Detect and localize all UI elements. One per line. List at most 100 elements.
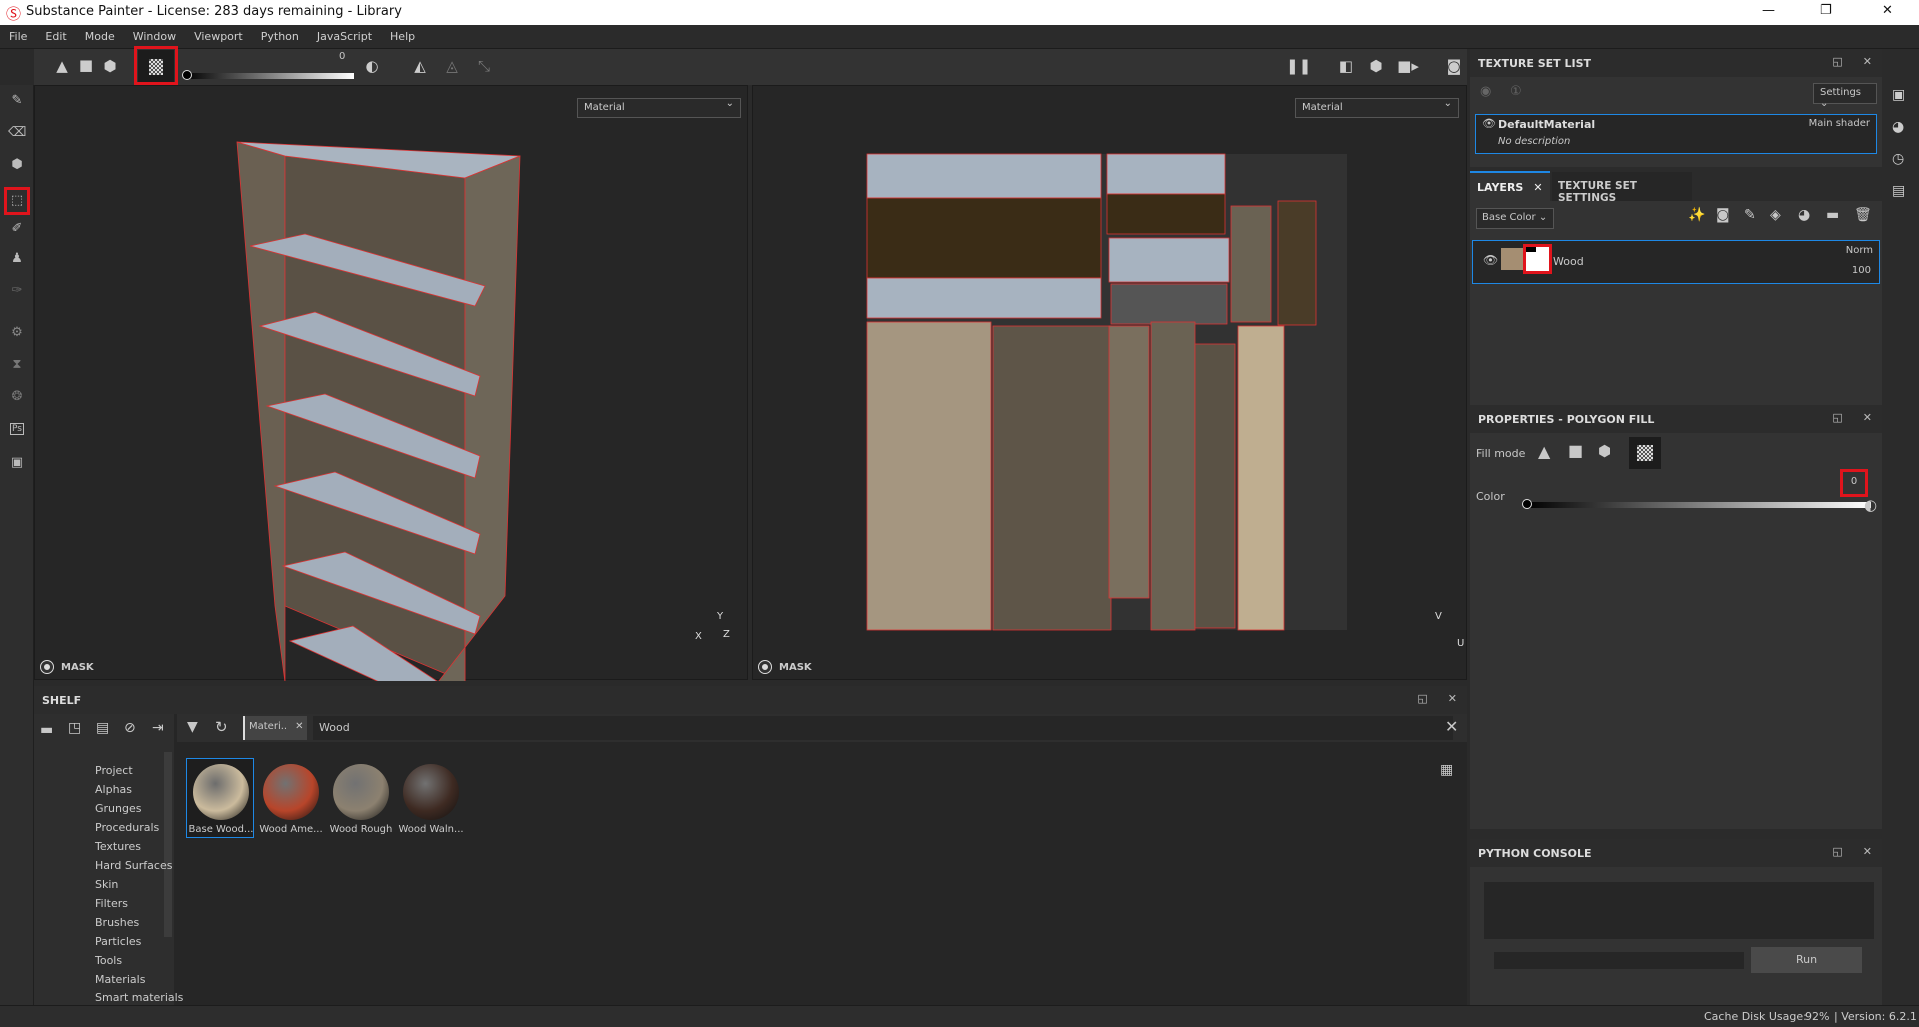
display-settings-icon[interactable]: ▣ (1892, 87, 1905, 103)
menu-window[interactable]: Window (124, 25, 185, 43)
viewport-2d[interactable]: Material V U MASK (752, 85, 1467, 680)
remove-filter-icon[interactable]: ✕ (295, 721, 303, 732)
shelf-category[interactable]: Brushes (95, 916, 139, 929)
import-icon[interactable]: ⇥ (152, 720, 164, 736)
shelf-category[interactable]: Procedurals (95, 821, 159, 834)
log-icon[interactable]: ▤ (1892, 183, 1905, 199)
bake-settings-icon[interactable]: ⚙ (8, 325, 26, 340)
delete-layer-icon[interactable]: 🗑 (1854, 207, 1872, 223)
menu-help[interactable]: Help (381, 25, 424, 43)
shelf-category[interactable]: Alphas (95, 783, 132, 796)
eye-icon[interactable]: 👁 (1482, 117, 1496, 130)
projection-icon[interactable]: ⬢ (8, 157, 26, 172)
shelf-category[interactable]: Filters (95, 897, 128, 910)
symmetry-icon[interactable]: ◭ (408, 57, 432, 75)
smudge-icon[interactable]: ✐ (8, 221, 26, 236)
filter-tag[interactable]: Materi.. ✕ (243, 716, 307, 740)
mesh-fill-button[interactable] (1629, 437, 1661, 469)
material-thumbnail[interactable] (193, 764, 249, 820)
hourglass-icon[interactable]: ⧗ (8, 357, 26, 372)
transform-icon[interactable]: ⤡ (472, 57, 496, 75)
menu-file[interactable]: File (0, 25, 36, 43)
shader-settings-icon[interactable]: ◕ (1892, 119, 1904, 135)
float-icon[interactable]: ◱ (1417, 692, 1427, 705)
opacity-dropdown[interactable]: 100 (1852, 265, 1871, 276)
layer-row-wood[interactable]: 👁 Wood Norm 100 (1472, 240, 1880, 284)
float-icon[interactable]: ◱ (1832, 845, 1842, 858)
add-fill-layer-icon[interactable]: ◈ (1770, 207, 1781, 223)
slider-handle[interactable] (1522, 499, 1532, 509)
symmetry-settings-icon[interactable]: ◬ (440, 57, 464, 75)
add-smart-material-icon[interactable]: ◕ (1798, 207, 1810, 223)
mask-toggle-2d[interactable]: MASK (758, 660, 812, 674)
material-thumbnail[interactable] (263, 764, 319, 820)
eraser-icon[interactable]: ⌫ (8, 125, 26, 140)
shelf-category[interactable]: Hard Surfaces (95, 859, 172, 872)
mask-toggle-3d[interactable]: MASK (40, 660, 94, 674)
new-shelf-icon[interactable]: ◳ (68, 720, 81, 736)
material-thumbnail[interactable] (333, 764, 389, 820)
material-thumbnail[interactable] (403, 764, 459, 820)
filter-icon[interactable]: ▼ (187, 719, 198, 735)
close-button[interactable]: ✕ (1882, 3, 1893, 18)
color-slider[interactable] (184, 73, 354, 79)
channel-dropdown[interactable]: Base Color ⌄ (1476, 208, 1554, 229)
shelf-category[interactable]: Grunges (95, 802, 141, 815)
grid-view-icon[interactable]: ▦ (1440, 762, 1453, 778)
close-icon[interactable]: ✕ (1863, 411, 1872, 424)
viewport-3d[interactable]: Material Y X Z MASK (34, 85, 748, 681)
save-icon[interactable]: ▤ (96, 720, 109, 736)
history-icon[interactable]: ◷ (1892, 151, 1904, 167)
square-fill-icon[interactable]: ■ (1568, 441, 1583, 460)
menu-edit[interactable]: Edit (36, 25, 75, 43)
square-fill-icon[interactable]: ■ (74, 56, 98, 74)
float-icon[interactable]: ◱ (1832, 55, 1842, 68)
split-view-icon[interactable]: ◧ (1334, 57, 1358, 75)
layer-visibility-icon[interactable]: 👁 (1483, 253, 1498, 267)
add-effect-icon[interactable]: ✨ (1688, 207, 1705, 223)
add-paint-layer-icon[interactable]: ✎ (1744, 207, 1756, 223)
folder-icon[interactable]: ▬ (40, 722, 53, 738)
visibility-all-icon[interactable]: ◉ (1480, 84, 1491, 99)
menu-python[interactable]: Python (252, 25, 308, 43)
shelf-category[interactable]: Project (95, 764, 133, 777)
solo-icon[interactable]: ① (1510, 84, 1522, 99)
menu-javascript[interactable]: JavaScript (308, 25, 381, 43)
triangle-fill-icon[interactable]: ▲ (50, 57, 74, 75)
menu-mode[interactable]: Mode (76, 25, 124, 43)
color-value-field[interactable]: 0 (1840, 469, 1868, 497)
export-icon[interactable]: ▣ (8, 455, 26, 470)
clone-stamp-icon[interactable]: ♟ (8, 251, 26, 266)
add-mask-icon[interactable]: ◙ (1716, 207, 1730, 223)
paint-brush-icon[interactable]: ✎ (8, 93, 26, 108)
pause-icon[interactable]: ❚❚ (1286, 57, 1311, 75)
maximize-button[interactable]: ❐ (1820, 3, 1832, 18)
shelf-search-input[interactable]: Wood (313, 716, 1453, 740)
polygon-fill-icon[interactable]: ⬚ (4, 187, 30, 215)
clear-search-icon[interactable]: ✕ (1445, 717, 1458, 736)
blend-mode-dropdown[interactable]: Norm (1846, 245, 1873, 256)
shelf-category[interactable]: Particles (95, 935, 141, 948)
triangle-fill-icon[interactable]: ▲ (1538, 442, 1550, 461)
float-icon[interactable]: ◱ (1832, 411, 1842, 424)
close-icon[interactable]: ✕ (1863, 845, 1872, 858)
scrollbar[interactable] (164, 752, 172, 937)
slider-handle[interactable] (182, 70, 192, 80)
color-picker-icon[interactable]: ✑ (8, 283, 26, 298)
color-slider[interactable] (1526, 502, 1871, 508)
run-button[interactable]: Run (1751, 947, 1862, 973)
console-input[interactable] (1494, 952, 1744, 969)
camera-icon[interactable]: ■▸ (1396, 57, 1420, 75)
tab-layers[interactable]: LAYERS ✕ (1470, 171, 1550, 201)
close-icon[interactable]: ✕ (1863, 55, 1872, 68)
texture-set-row[interactable]: 👁 DefaultMaterial Main shader No descrip… (1475, 114, 1877, 154)
hide-icon[interactable]: ⊘ (124, 720, 136, 736)
photoshop-icon[interactable]: Ps (10, 423, 24, 435)
settings-dropdown[interactable]: Settings ⌄ (1813, 83, 1877, 109)
close-tab-icon[interactable]: ✕ (1533, 181, 1542, 194)
mask-thumbnail[interactable] (1523, 244, 1552, 274)
shelf-category[interactable]: Materials (95, 973, 145, 986)
color-picker-icon[interactable]: ◐ (360, 57, 384, 75)
minimize-button[interactable]: — (1762, 3, 1775, 18)
color-picker-icon[interactable]: ◐ (1864, 496, 1877, 514)
